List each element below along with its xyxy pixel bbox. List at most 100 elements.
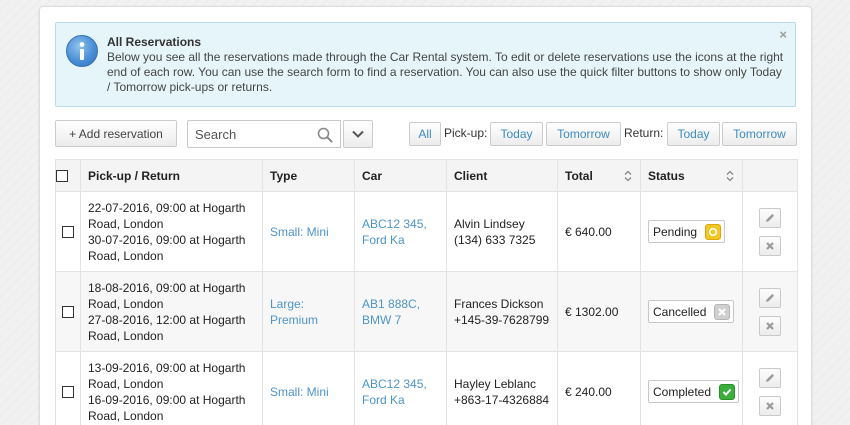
row-select-cell	[55, 271, 81, 352]
car-plate: AB1 888C,	[362, 296, 421, 311]
pickup-return-cell: 18-08-2016, 09:00 at Hogarth Road, Londo…	[80, 271, 263, 352]
status-select[interactable]: Completed	[648, 380, 740, 403]
table-header-row: Pick-up / Return Type Car Client Total S…	[55, 159, 798, 192]
return-location: Road, London	[88, 328, 164, 343]
checkmark-icon	[719, 383, 736, 400]
pickup-return-cell: 22-07-2016, 09:00 at Hogarth Road, Londo…	[80, 191, 263, 272]
pickup-today-button[interactable]: Today	[490, 122, 543, 146]
edit-button[interactable]	[759, 367, 781, 388]
pencil-icon	[766, 373, 774, 382]
pickup-filter-label: Pick-up:	[444, 126, 488, 140]
return-today-button[interactable]: Today	[667, 122, 720, 146]
add-reservation-button[interactable]: + Add reservation	[55, 120, 177, 147]
return-location: Road, London	[88, 248, 164, 263]
status-label: Completed	[653, 384, 712, 399]
row-select-cell	[55, 351, 81, 425]
pickup-tomorrow-button[interactable]: Tomorrow	[546, 122, 621, 146]
return-line: 30-07-2016, 09:00 at Hogarth	[88, 232, 246, 247]
column-header-total[interactable]: Total	[557, 159, 641, 192]
return-line: 27-08-2016, 12:00 at Hogarth	[88, 312, 246, 327]
delete-button[interactable]	[759, 395, 781, 416]
type-cell[interactable]: Large: Premium	[262, 271, 355, 352]
pickup-line: 13-09-2016, 09:00 at Hogarth	[88, 360, 246, 375]
edit-button[interactable]	[759, 207, 781, 228]
type-sublabel: Premium	[270, 312, 319, 327]
client-name: Hayley Leblanc	[454, 376, 537, 391]
actions-cell	[742, 351, 798, 425]
return-location: Road, London	[88, 408, 164, 423]
type-cell[interactable]: Small: Mini	[262, 351, 355, 425]
return-tomorrow-button[interactable]: Tomorrow	[722, 122, 797, 146]
car-cell[interactable]: ABC12 345, Ford Ka	[354, 191, 447, 272]
pickup-location: Road, London	[88, 296, 164, 311]
column-header-total-label: Total	[565, 168, 593, 183]
delete-icon	[766, 241, 774, 250]
delete-button[interactable]	[759, 315, 781, 336]
car-model: Ford Ka	[362, 232, 405, 247]
client-phone: (134) 633 7325	[454, 232, 536, 247]
return-line: 16-09-2016, 09:00 at Hogarth	[88, 392, 246, 407]
status-select[interactable]: Pending	[648, 220, 726, 243]
pickup-location: Road, London	[88, 216, 164, 231]
select-all-cell	[55, 159, 81, 192]
pending-icon	[705, 223, 722, 240]
pencil-icon	[766, 293, 774, 302]
pickup-line: 22-07-2016, 09:00 at Hogarth	[88, 200, 246, 215]
client-cell: Hayley Leblanc +863-17-4326884	[446, 351, 558, 425]
client-cell: Alvin Lindsey (134) 633 7325	[446, 191, 558, 272]
car-model: BMW 7	[362, 312, 402, 327]
column-header-status[interactable]: Status	[640, 159, 743, 192]
car-cell[interactable]: AB1 888C, BMW 7	[354, 271, 447, 352]
total-cell: € 1302.00	[557, 271, 641, 352]
edit-button[interactable]	[759, 287, 781, 308]
type-label: Small: Mini	[270, 384, 329, 399]
status-label: Cancelled	[653, 304, 707, 319]
total-cell: € 240.00	[557, 351, 641, 425]
status-select[interactable]: Cancelled	[648, 300, 735, 323]
client-name: Alvin Lindsey	[454, 216, 525, 231]
table-row: 18-08-2016, 09:00 at Hogarth Road, Londo…	[55, 271, 798, 352]
info-notice: All Reservations Below you see all the r…	[55, 22, 796, 107]
row-checkbox[interactable]	[62, 226, 74, 239]
row-checkbox[interactable]	[62, 386, 74, 399]
filter-all-button[interactable]: All	[409, 122, 441, 146]
delete-icon	[766, 321, 774, 330]
search-field	[187, 120, 341, 148]
return-filter-label: Return:	[624, 126, 664, 140]
column-header-type[interactable]: Type	[262, 159, 355, 192]
pickup-return-cell: 13-09-2016, 09:00 at Hogarth Road, Londo…	[80, 351, 263, 425]
pickup-location: Road, London	[88, 376, 164, 391]
pickup-line: 18-08-2016, 09:00 at Hogarth	[88, 280, 246, 295]
status-cell: Completed	[640, 351, 743, 425]
status-cell: Pending	[640, 191, 743, 272]
sort-icon[interactable]	[726, 170, 734, 182]
sort-icon[interactable]	[624, 170, 632, 182]
column-header-car[interactable]: Car	[354, 159, 447, 192]
row-select-cell	[55, 191, 81, 272]
client-phone: +863-17-4326884	[454, 392, 550, 407]
client-name: Frances Dickson	[454, 296, 544, 311]
car-cell[interactable]: ABC12 345, Ford Ka	[354, 351, 447, 425]
row-checkbox[interactable]	[62, 306, 74, 319]
search-icon[interactable]	[317, 127, 333, 146]
column-header-client[interactable]: Client	[446, 159, 558, 192]
delete-icon	[766, 401, 774, 410]
car-plate: ABC12 345,	[362, 216, 427, 231]
select-all-checkbox[interactable]	[56, 170, 68, 183]
type-label: Small: Mini	[270, 224, 329, 239]
status-label: Pending	[653, 224, 698, 239]
search-input[interactable]	[188, 121, 308, 147]
actions-cell	[742, 271, 798, 352]
chevron-down-icon	[352, 130, 364, 138]
close-icon[interactable]: ×	[779, 27, 787, 42]
type-cell[interactable]: Small: Mini	[262, 191, 355, 272]
total-cell: € 640.00	[557, 191, 641, 272]
column-header-pickup-return[interactable]: Pick-up / Return	[80, 159, 263, 192]
car-plate: ABC12 345,	[362, 376, 427, 391]
delete-button[interactable]	[759, 235, 781, 256]
column-header-actions	[742, 159, 798, 192]
search-options-button[interactable]	[343, 120, 373, 148]
reservations-table: Pick-up / Return Type Car Client Total S…	[55, 159, 798, 425]
table-row: 13-09-2016, 09:00 at Hogarth Road, Londo…	[55, 351, 798, 425]
type-label: Large:	[270, 296, 305, 311]
